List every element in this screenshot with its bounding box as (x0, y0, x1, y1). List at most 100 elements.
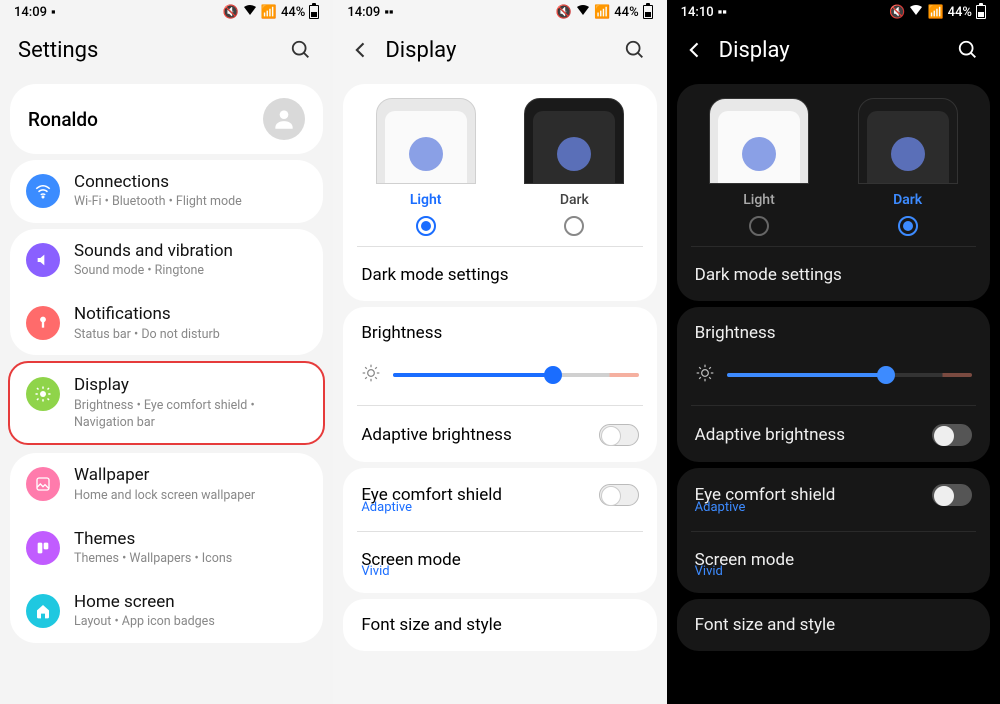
clock: 14:10 (681, 5, 714, 20)
settings-item-wallpaper[interactable]: WallpaperHome and lock screen wallpaper (10, 453, 323, 516)
theme-section: Light Dark Dark mode settings (677, 84, 990, 301)
mute-icon: 🔇 (889, 5, 905, 20)
item-title: Display (74, 375, 307, 396)
app-indicator-icon: ▪▪ (384, 4, 393, 20)
page-title: Display (385, 38, 456, 63)
radio-selected[interactable] (898, 216, 918, 236)
toggle-off[interactable] (932, 484, 972, 506)
item-title: Sounds and vibration (74, 241, 233, 262)
toggle-off[interactable] (599, 424, 639, 446)
app-indicator-icon: ▪▪ (718, 4, 727, 20)
profile-name: Ronaldo (28, 108, 98, 131)
comfort-section: Eye comfort shield Adaptive Screen mode … (677, 468, 990, 593)
battery-pct: 44% (948, 5, 972, 20)
status-bar: 14:09 ▪ 🔇 📶 44% (0, 0, 333, 24)
radio-unselected[interactable] (564, 216, 584, 236)
font-row[interactable]: Font size and style (343, 601, 656, 649)
item-sub: Brightness • Eye comfort shield • Naviga… (74, 398, 307, 432)
settings-item-sounds[interactable]: Sounds and vibrationSound mode • Rington… (10, 229, 323, 292)
brightness-slider[interactable] (727, 373, 972, 377)
sound-icon (26, 243, 60, 277)
row-label: Dark mode settings (361, 265, 508, 285)
search-button[interactable] (954, 36, 982, 64)
theme-section: Light Dark Dark mode settings (343, 84, 656, 301)
search-button[interactable] (287, 36, 315, 64)
row-label: Adaptive brightness (695, 425, 845, 445)
settings-group-3: WallpaperHome and lock screen wallpaper … (10, 453, 323, 642)
profile-card[interactable]: Ronaldo (10, 84, 323, 154)
row-label: Font size and style (695, 615, 836, 635)
font-section: Font size and style (343, 599, 656, 651)
font-section: Font size and style (677, 599, 990, 651)
sun-icon (361, 363, 381, 387)
toggle-off[interactable] (932, 424, 972, 446)
page-title: Settings (18, 38, 98, 63)
item-sub: Sound mode • Ringtone (74, 263, 233, 280)
brightness-section: Brightness Adaptive brightness (677, 307, 990, 462)
theme-light-option[interactable]: Light (685, 98, 834, 236)
header: Display (333, 24, 666, 78)
dark-preview (858, 98, 958, 184)
display-icon (26, 377, 60, 411)
settings-item-display[interactable]: DisplayBrightness • Eye comfort shield •… (8, 361, 325, 445)
battery-pct: 44% (614, 5, 638, 20)
wifi-icon (243, 4, 257, 20)
battery-icon (643, 5, 653, 19)
theme-dark-option[interactable]: Dark (500, 98, 649, 236)
brightness-row: Brightness (677, 309, 990, 357)
font-row[interactable]: Font size and style (677, 601, 990, 649)
settings-item-connections[interactable]: ConnectionsWi-Fi • Bluetooth • Flight mo… (10, 160, 323, 223)
settings-item-themes[interactable]: ThemesThemes • Wallpapers • Icons (10, 517, 323, 580)
back-button[interactable] (351, 40, 371, 60)
theme-light-option[interactable]: Light (351, 98, 500, 236)
item-sub: Themes • Wallpapers • Icons (74, 551, 232, 568)
item-title: Wallpaper (74, 465, 255, 486)
adaptive-brightness-row[interactable]: Adaptive brightness (677, 410, 990, 460)
battery-pct: 44% (281, 5, 305, 20)
row-label: Brightness (361, 323, 442, 343)
item-sub: Wi-Fi • Bluetooth • Flight mode (74, 194, 242, 211)
settings-item-notifications[interactable]: NotificationsStatus bar • Do not disturb (10, 292, 323, 355)
header: Display (667, 24, 1000, 78)
wifi-icon (26, 174, 60, 208)
theme-dark-option[interactable]: Dark (833, 98, 982, 236)
clock: 14:09 (14, 5, 47, 20)
battery-icon (309, 5, 319, 19)
wallpaper-icon (26, 467, 60, 501)
brightness-slider[interactable] (393, 373, 638, 377)
themes-icon (26, 531, 60, 565)
status-bar: 14:10 ▪▪ 🔇📶44% (667, 0, 1000, 24)
sun-icon (695, 363, 715, 387)
adaptive-brightness-row[interactable]: Adaptive brightness (343, 410, 656, 460)
wifi-icon (909, 4, 923, 20)
mute-icon: 🔇 (223, 5, 239, 20)
comfort-section: Eye comfort shield Adaptive Screen mode … (343, 468, 656, 593)
brightness-row: Brightness (343, 309, 656, 357)
settings-item-home-screen[interactable]: Home screenLayout • App icon badges (10, 580, 323, 643)
theme-label: Light (743, 192, 775, 208)
notification-icon (26, 306, 60, 340)
item-title: Connections (74, 172, 242, 193)
mute-icon: 🔇 (556, 5, 572, 20)
page-title: Display (719, 38, 790, 63)
battery-icon (976, 5, 986, 19)
row-label: Font size and style (361, 615, 502, 635)
item-sub: Layout • App icon badges (74, 614, 215, 631)
dark-mode-settings-row[interactable]: Dark mode settings (677, 251, 990, 299)
light-preview (376, 98, 476, 184)
row-label: Adaptive brightness (361, 425, 511, 445)
row-label: Dark mode settings (695, 265, 842, 285)
avatar-icon (263, 98, 305, 140)
row-label: Brightness (695, 323, 776, 343)
theme-label: Dark (893, 192, 922, 208)
brightness-section: Brightness Adaptive brightness (343, 307, 656, 462)
clock: 14:09 (347, 5, 380, 20)
toggle-off[interactable] (599, 484, 639, 506)
back-button[interactable] (685, 40, 705, 60)
search-button[interactable] (621, 36, 649, 64)
dark-mode-settings-row[interactable]: Dark mode settings (343, 251, 656, 299)
dark-preview (524, 98, 624, 184)
settings-group-1: ConnectionsWi-Fi • Bluetooth • Flight mo… (10, 160, 323, 223)
radio-selected[interactable] (416, 216, 436, 236)
radio-unselected[interactable] (749, 216, 769, 236)
